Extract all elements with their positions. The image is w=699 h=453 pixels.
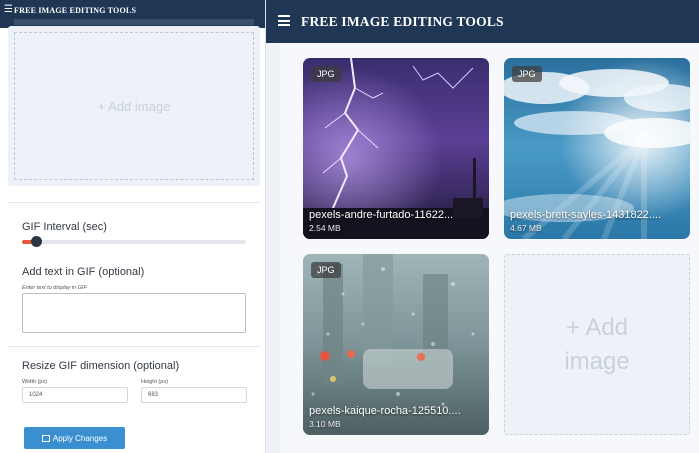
settings-panel: ☰ FREE IMAGE EDITING TOOLS + Add image G…: [0, 0, 266, 453]
gif-interval-slider[interactable]: [22, 236, 246, 247]
resize-label: Resize GIF dimension (optional): [22, 360, 180, 372]
left-header-title: FREE IMAGE EDITING TOOLS: [14, 6, 137, 15]
file-name: pexels-andre-furtado-11622...: [309, 209, 454, 221]
top-bar: FREE IMAGE EDITING TOOLS: [266, 0, 699, 43]
width-label: Width (px): [22, 379, 48, 385]
divider: [8, 202, 260, 203]
menu-icon[interactable]: ☰: [4, 5, 13, 15]
gif-interval-label: GIF Interval (sec): [22, 221, 107, 233]
hamburger-menu-icon[interactable]: [278, 15, 290, 26]
height-input[interactable]: 683: [141, 387, 247, 403]
file-size: 2.54 MB: [309, 223, 341, 233]
gif-text-label: Add text in GIF (optional): [22, 266, 145, 278]
image-card[interactable]: JPG pexels-kaique-rocha-125510.... 3.10 …: [303, 254, 489, 435]
add-image-tile-label: + Add image: [564, 313, 630, 375]
file-size: 3.10 MB: [309, 419, 341, 429]
gif-text-hint: Enter text to display in GIF: [22, 285, 87, 291]
file-type-badge: JPG: [311, 262, 341, 278]
file-size: 4.67 MB: [510, 223, 542, 233]
left-header: ☰ FREE IMAGE EDITING TOOLS: [0, 0, 265, 28]
apply-changes-button[interactable]: Apply Changes: [24, 427, 125, 449]
left-add-image-card: + Add image: [8, 26, 260, 186]
width-input[interactable]: 1024: [22, 387, 128, 403]
gif-interval-slider-handle[interactable]: [31, 236, 42, 247]
apply-changes-label: Apply Changes: [52, 433, 108, 443]
header-thumbnail-strip: [14, 19, 254, 25]
image-card[interactable]: JPG pexels-andre-furtado-11622... 2.54 M…: [303, 58, 489, 239]
file-type-badge: JPG: [512, 66, 542, 82]
gif-text-input[interactable]: [22, 293, 246, 333]
left-add-image-label: + Add image: [97, 98, 171, 114]
app-title: FREE IMAGE EDITING TOOLS: [301, 14, 504, 29]
file-name: pexels-kaique-rocha-125510....: [309, 405, 461, 417]
file-name: pexels-brett-sayles-1431822....: [510, 209, 662, 221]
divider: [8, 346, 260, 347]
image-icon: [41, 434, 50, 442]
add-image-tile[interactable]: + Add image: [504, 254, 690, 435]
image-card[interactable]: JPG pexels-brett-sayles-1431822.... 4.67…: [504, 58, 690, 239]
left-add-image-dropzone[interactable]: + Add image: [14, 32, 254, 180]
panel-gutter: [266, 43, 280, 453]
file-type-badge: JPG: [311, 66, 341, 82]
height-label: Height (px): [141, 379, 168, 385]
